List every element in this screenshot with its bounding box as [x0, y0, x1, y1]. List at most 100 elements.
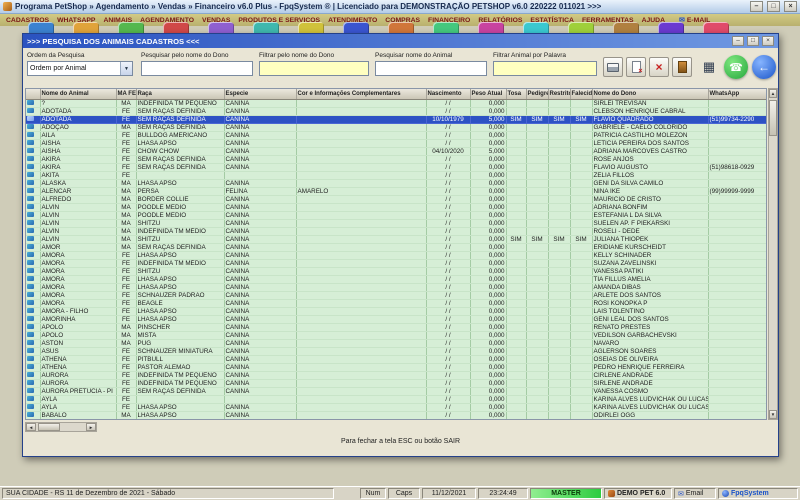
cell[interactable] [708, 179, 766, 188]
cell[interactable] [526, 299, 549, 308]
cell[interactable] [526, 371, 549, 380]
cell[interactable]: FLAVIO QUADRADO [592, 115, 709, 124]
owner-search-input[interactable] [141, 61, 253, 76]
cell[interactable] [548, 203, 571, 212]
cell[interactable]: 0,000 [470, 291, 507, 300]
cell[interactable]: AISHA [40, 139, 117, 148]
cell[interactable]: 0,000 [470, 211, 507, 220]
cell[interactable] [506, 179, 527, 188]
cell[interactable] [296, 227, 427, 236]
table-row[interactable]: AMORA FE INDEFINIDA TM MÉDIO CANINA / /0,000… [26, 259, 766, 268]
cell[interactable] [570, 179, 593, 188]
cell[interactable] [548, 339, 571, 348]
cell[interactable] [570, 323, 593, 332]
cell[interactable] [506, 155, 527, 164]
cell[interactable] [708, 379, 766, 388]
table-row[interactable]: ALVIN MA POODLE MEDIO CANINA / /0,000 ESTEFAN… [26, 211, 766, 220]
cell[interactable]: MISTA [136, 331, 225, 340]
cell[interactable] [506, 99, 527, 108]
cell[interactable]: MA [116, 195, 137, 204]
cell[interactable] [526, 219, 549, 228]
cell[interactable]: / / [426, 155, 471, 164]
cell[interactable]: MA [116, 99, 137, 108]
cell[interactable]: FE [116, 147, 137, 156]
cell[interactable] [708, 347, 766, 356]
cell[interactable] [548, 259, 571, 268]
cell[interactable]: 0,000 [470, 307, 507, 316]
cell[interactable]: JULIANA THIOPEK [592, 235, 709, 244]
cell[interactable] [548, 291, 571, 300]
cell[interactable] [506, 339, 527, 348]
cell[interactable] [570, 251, 593, 260]
cell[interactable]: 04/10/2020 [426, 147, 471, 156]
cell[interactable] [708, 235, 766, 244]
cell[interactable]: VANESSA COSMO [592, 387, 709, 396]
cell[interactable]: AKIRA [40, 163, 117, 172]
cell[interactable]: CANINA [224, 355, 297, 364]
cell[interactable] [548, 155, 571, 164]
cell[interactable]: 0,000 [470, 411, 507, 419]
cell[interactable]: CANINA [224, 403, 297, 412]
cell[interactable] [570, 243, 593, 252]
cell[interactable]: / / [426, 411, 471, 419]
cell[interactable] [708, 283, 766, 292]
cell[interactable] [296, 155, 427, 164]
cell[interactable]: 0,000 [470, 355, 507, 364]
cell[interactable]: ALVIN [40, 219, 117, 228]
scroll-left-icon[interactable]: ◄ [26, 423, 36, 431]
table-row[interactable]: AKIRA FE SEM RAÇAS DEFINIDA CANINA / /0,000 R… [26, 155, 766, 164]
cell[interactable]: AMOR [40, 243, 117, 252]
cell[interactable]: 0,000 [470, 139, 507, 148]
cell[interactable] [708, 139, 766, 148]
cell[interactable] [570, 99, 593, 108]
cell[interactable] [296, 107, 427, 116]
column-header[interactable]: Restrito [548, 89, 571, 100]
hscrollbar-thumb[interactable] [38, 423, 60, 431]
cell[interactable] [708, 203, 766, 212]
cell[interactable] [506, 291, 527, 300]
cell[interactable]: 0,000 [470, 283, 507, 292]
cell[interactable]: SEM RAÇAS DEFINIDA [136, 155, 225, 164]
cell[interactable]: / / [426, 291, 471, 300]
cell[interactable] [526, 395, 549, 404]
cell[interactable] [296, 331, 427, 340]
cell[interactable] [506, 211, 527, 220]
table-row[interactable]: ALENCAR MA PERSA FELINA AMARELO / /0,000 NINA … [26, 187, 766, 196]
cell[interactable]: ? [40, 99, 117, 108]
cell[interactable]: PEDRO HENRIQUE FERREIRA [592, 363, 709, 372]
cell[interactable]: / / [426, 395, 471, 404]
cell[interactable] [296, 251, 427, 260]
cell[interactable] [570, 355, 593, 364]
cell[interactable] [506, 275, 527, 284]
cell[interactable] [570, 163, 593, 172]
cell[interactable]: FE [116, 307, 137, 316]
cell[interactable]: CANINA [224, 331, 297, 340]
cell[interactable] [548, 139, 571, 148]
cell[interactable]: 0,000 [470, 251, 507, 260]
cell[interactable]: ADOTADA [40, 107, 117, 116]
cell[interactable] [296, 219, 427, 228]
table-row[interactable]: ALASKA MA LHASA APSO CANINA / /0,000 GENI DA … [26, 179, 766, 188]
cell[interactable]: FE [116, 139, 137, 148]
cell[interactable]: CANINA [224, 163, 297, 172]
cell[interactable]: CANINA [224, 227, 297, 236]
table-row[interactable]: AMORA FE SHITZU CANINA / /0,000 VANESSA PATIK… [26, 267, 766, 276]
cell[interactable]: 0,000 [470, 259, 507, 268]
cell[interactable]: SIM [570, 235, 593, 244]
cell[interactable] [506, 331, 527, 340]
cell[interactable] [548, 131, 571, 140]
cell[interactable] [708, 395, 766, 404]
cell[interactable]: SIRLEI TREVISAN [592, 99, 709, 108]
cell[interactable] [570, 187, 593, 196]
cell[interactable]: AILA [40, 131, 117, 140]
cell[interactable] [506, 283, 527, 292]
cell[interactable]: FE [116, 171, 137, 180]
cell[interactable]: AMORA [40, 299, 117, 308]
exit-button[interactable] [672, 57, 692, 77]
cell[interactable]: AMORA [40, 267, 117, 276]
cell[interactable]: ALFREDO [40, 195, 117, 204]
cell[interactable] [708, 331, 766, 340]
cell[interactable]: GENI LEAL DOS SANTOS [592, 315, 709, 324]
cell[interactable]: / / [426, 251, 471, 260]
cell[interactable] [708, 171, 766, 180]
